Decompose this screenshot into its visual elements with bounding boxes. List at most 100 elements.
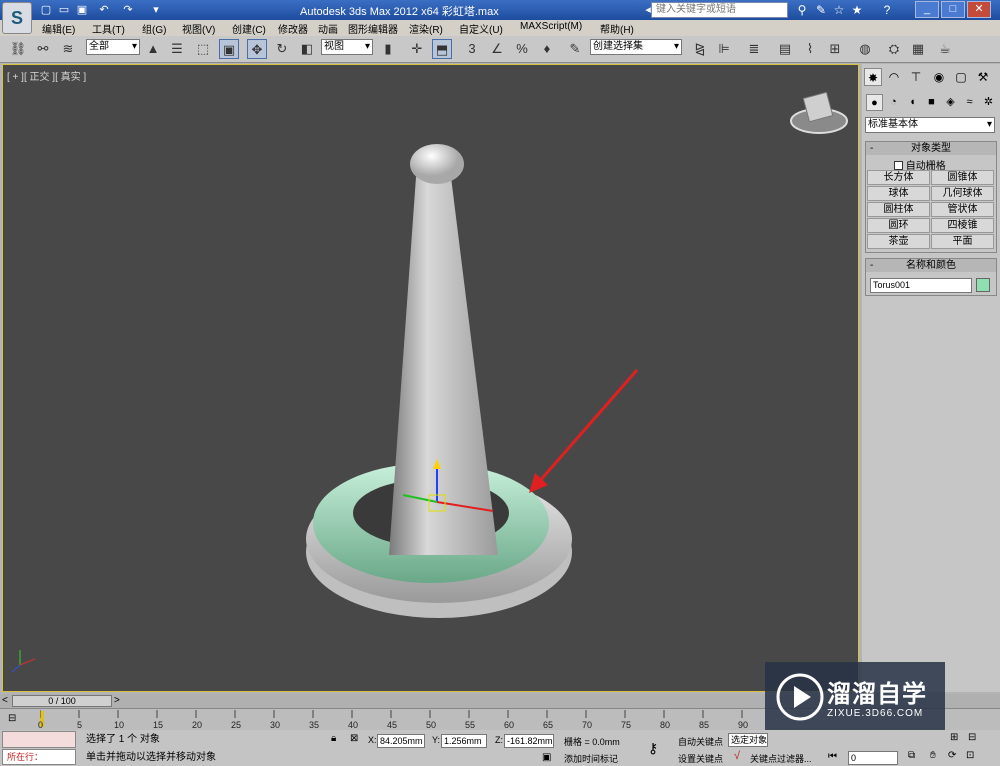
- select-rotate-icon[interactable]: ↻: [272, 39, 292, 59]
- select-by-name-icon[interactable]: ☰: [167, 39, 187, 59]
- auto-grid-checkbox[interactable]: [894, 161, 903, 170]
- unlink-icon[interactable]: ⚯: [33, 39, 53, 59]
- select-manipulate-icon[interactable]: ✛: [407, 39, 427, 59]
- spinner-snap-icon[interactable]: ♦: [537, 39, 557, 59]
- communication-icon[interactable]: ☆: [830, 2, 848, 18]
- close-button[interactable]: ✕: [967, 1, 991, 18]
- redo-icon[interactable]: ↷: [120, 2, 136, 18]
- maximize-viewport-icon[interactable]: ⊡: [966, 750, 974, 761]
- search-input[interactable]: 键入关键字或短语: [651, 2, 788, 18]
- maxscript-listener[interactable]: [2, 731, 76, 748]
- time-slider[interactable]: 0 / 100: [12, 695, 112, 707]
- x-coord-field[interactable]: 84.205mm: [377, 734, 425, 748]
- shapes-icon[interactable]: ◔: [885, 94, 902, 111]
- rollout-header[interactable]: 对象类型: [866, 142, 996, 155]
- save-icon[interactable]: ▣: [74, 2, 90, 18]
- named-selection-dropdown[interactable]: 创建选择集: [590, 39, 682, 55]
- motion-tab-icon[interactable]: ◉: [930, 68, 948, 86]
- key-filter-icon[interactable]: √: [734, 750, 740, 762]
- minimize-button[interactable]: _: [915, 1, 939, 18]
- schematic-view-icon[interactable]: ⊞: [825, 39, 845, 59]
- teapot-button[interactable]: 茶壶: [867, 234, 930, 249]
- menu-help[interactable]: 帮助(H): [600, 21, 634, 36]
- curve-editor-icon[interactable]: ⌇: [800, 39, 820, 59]
- next-frame-icon[interactable]: >: [114, 695, 120, 706]
- cameras-icon[interactable]: ■: [923, 94, 940, 111]
- current-frame-field[interactable]: 0: [848, 751, 898, 765]
- view-cube[interactable]: [790, 91, 848, 134]
- help-icon[interactable]: ?: [878, 2, 896, 18]
- select-scale-icon[interactable]: ◧: [297, 39, 317, 59]
- graphite-ribbon-icon[interactable]: ▤: [775, 39, 795, 59]
- z-coord-field[interactable]: -161.82mm: [504, 734, 554, 748]
- undo-icon[interactable]: ↶: [96, 2, 112, 18]
- render-production-icon[interactable]: ☕: [935, 39, 955, 59]
- angle-snap-icon[interactable]: ∠: [487, 39, 507, 59]
- set-key-button[interactable]: 设置关键点: [678, 752, 723, 765]
- reference-coord-dropdown[interactable]: 视图: [321, 39, 373, 55]
- render-setup-icon[interactable]: ⛭: [884, 39, 904, 59]
- cylinder-button[interactable]: 圆柱体: [867, 202, 930, 217]
- auto-key-button[interactable]: 自动关键点: [678, 735, 723, 748]
- helpers-icon[interactable]: ◈: [942, 94, 959, 111]
- y-coord-field[interactable]: 1.256mm: [441, 734, 487, 748]
- display-tab-icon[interactable]: ▢: [952, 68, 970, 86]
- menu-create[interactable]: 创建(C): [232, 21, 266, 36]
- systems-icon[interactable]: ✲: [980, 94, 997, 111]
- lights-icon[interactable]: ◖: [904, 94, 921, 111]
- space-warps-icon[interactable]: ≈: [961, 94, 978, 111]
- object-category-dropdown[interactable]: 标准基本体: [865, 117, 995, 133]
- app-logo[interactable]: S: [2, 2, 32, 34]
- tube-button[interactable]: 管状体: [931, 202, 994, 217]
- modify-tab-icon[interactable]: ◠: [885, 68, 903, 86]
- geometry-icon[interactable]: ●: [866, 94, 883, 111]
- snap-toggle-icon[interactable]: 3: [462, 39, 482, 59]
- zoom-all-icon[interactable]: ⊟: [968, 732, 976, 743]
- cone-object[interactable]: [389, 177, 498, 555]
- menu-modifiers[interactable]: 修改器: [278, 21, 308, 36]
- maxscript-line[interactable]: 所在行：: [2, 749, 76, 765]
- align-icon[interactable]: ⊫: [714, 39, 734, 59]
- orbit-icon[interactable]: ⟳: [948, 750, 956, 761]
- edit-named-selection-icon[interactable]: ✎: [565, 39, 585, 59]
- prev-frame-icon[interactable]: <: [2, 695, 8, 706]
- menu-views[interactable]: 视图(V): [182, 21, 215, 36]
- percent-snap-icon[interactable]: %: [512, 39, 532, 59]
- selected-object-dropdown[interactable]: 选定对象: [728, 733, 768, 747]
- utilities-tab-icon[interactable]: ⚒: [974, 68, 992, 86]
- binoculars-icon[interactable]: ⚲: [793, 2, 811, 18]
- menu-rendering[interactable]: 渲染(R): [409, 21, 443, 36]
- add-time-tag[interactable]: 添加时间标记: [564, 752, 618, 765]
- link-icon[interactable]: ⛓: [8, 39, 28, 59]
- torus-button[interactable]: 圆环: [867, 218, 930, 233]
- plane-button[interactable]: 平面: [931, 234, 994, 249]
- pyramid-button[interactable]: 四棱锥: [931, 218, 994, 233]
- object-color-swatch[interactable]: [976, 278, 990, 292]
- layer-manager-icon[interactable]: ≣: [744, 39, 764, 59]
- perspective-viewport[interactable]: [ + ][ 正交 ][ 真实 ]: [2, 64, 859, 692]
- transform-mode-icon[interactable]: ⊠: [350, 733, 358, 744]
- new-file-icon[interactable]: ▢: [38, 2, 54, 18]
- key-filters-button[interactable]: 关键点过滤器...: [750, 752, 812, 765]
- select-object-icon[interactable]: ▲: [143, 39, 163, 59]
- geosphere-button[interactable]: 几何球体: [931, 186, 994, 201]
- rect-selection-icon[interactable]: ⬚: [193, 39, 213, 59]
- keyboard-shortcut-override-icon[interactable]: ⬒: [432, 39, 452, 59]
- pan-icon[interactable]: ✋︎: [930, 750, 936, 761]
- mini-curve-editor-icon[interactable]: ⊟: [8, 713, 24, 725]
- box-button[interactable]: 长方体: [867, 170, 930, 185]
- time-config-icon[interactable]: ⧉: [908, 750, 915, 761]
- create-tab-icon[interactable]: ✸: [864, 68, 882, 86]
- star-icon[interactable]: ★: [848, 2, 866, 18]
- hierarchy-tab-icon[interactable]: ⊤: [907, 68, 925, 86]
- material-editor-icon[interactable]: ◍: [855, 39, 875, 59]
- rendered-frame-icon[interactable]: ▦: [908, 39, 928, 59]
- menu-customize[interactable]: 自定义(U): [459, 21, 503, 36]
- sphere-button[interactable]: 球体: [867, 186, 930, 201]
- object-name-field[interactable]: Torus001: [870, 278, 972, 293]
- menu-graph-editors[interactable]: 图形编辑器: [348, 21, 398, 36]
- pivot-center-icon[interactable]: ▮: [378, 39, 398, 59]
- select-move-icon[interactable]: ✥: [247, 39, 267, 59]
- key-icon[interactable]: ⚷: [648, 740, 658, 757]
- maximize-button[interactable]: □: [941, 1, 965, 18]
